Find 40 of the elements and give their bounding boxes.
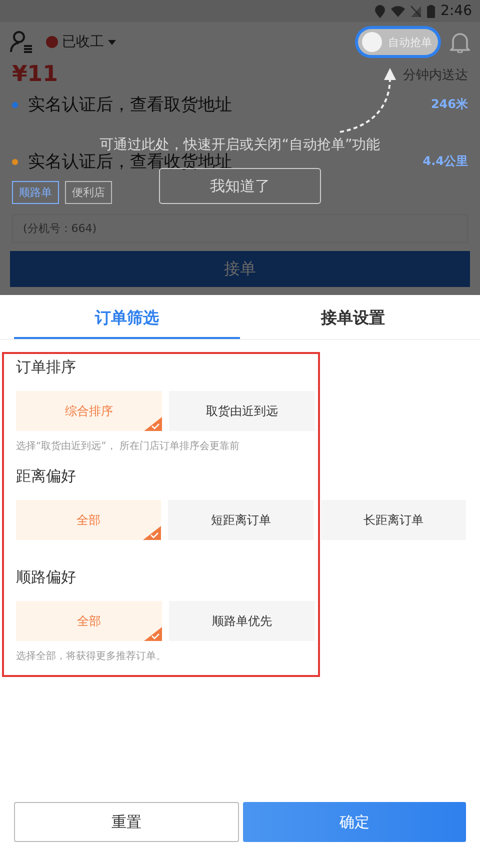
check-corner-icon xyxy=(143,526,162,540)
section-title: 订单排序 xyxy=(16,358,77,377)
battery-icon xyxy=(426,4,435,18)
got-it-button[interactable]: 我知道了 xyxy=(159,168,321,204)
confirm-button[interactable]: 确定 xyxy=(243,802,466,842)
filter-option[interactable]: 长距离订单 xyxy=(320,500,466,540)
filter-option[interactable]: 全部 xyxy=(16,601,162,641)
section-title: 距离偏好 xyxy=(16,467,77,486)
filter-option[interactable]: 取货由近到远 xyxy=(169,391,315,431)
tab[interactable]: 接单设置 xyxy=(240,295,466,339)
bell-icon[interactable] xyxy=(450,31,470,53)
clock-time: 2:46 xyxy=(440,3,472,19)
work-status-dropdown[interactable]: 已收工 xyxy=(46,33,116,51)
filter-option[interactable]: 短距离订单 xyxy=(168,500,314,540)
check-corner-icon xyxy=(144,417,162,431)
hint-text: 选择“取货由近到远”， 所在门店订单排序会更靠前 xyxy=(16,440,241,453)
wifi-icon xyxy=(390,6,405,16)
delivery-time: 分钟内送达 xyxy=(403,66,468,84)
distance-text: 4.4公里 xyxy=(422,153,468,170)
tab[interactable]: 订单筛选 xyxy=(14,295,240,339)
order-tag: 便利店 xyxy=(65,181,112,204)
hint-text: 选择全部，将获得更多推荐订单。 xyxy=(16,650,167,663)
phone-extension: (分机号：664) xyxy=(12,214,468,243)
filter-option[interactable]: 综合排序 xyxy=(16,391,162,431)
order-tag: 顺路单 xyxy=(12,181,59,204)
distance-text: 246米 xyxy=(430,96,468,113)
guide-message: 可通过此处，快速开启或关闭“自动抢单”功能 xyxy=(100,136,380,153)
order-price: ¥11 xyxy=(12,62,58,87)
dashed-arrow-icon xyxy=(338,66,398,136)
reset-button[interactable]: 重置 xyxy=(14,802,239,842)
no-signal-icon xyxy=(410,6,421,16)
address-text: 实名认证后，查看取货地址 xyxy=(28,94,232,116)
filter-option[interactable]: 全部 xyxy=(16,500,162,540)
profile-menu-icon[interactable] xyxy=(10,30,34,54)
section-title: 顺路偏好 xyxy=(16,568,77,587)
filter-option[interactable]: 顺路单优先 xyxy=(169,601,315,641)
check-corner-icon xyxy=(144,627,162,641)
accept-button[interactable]: 接单 xyxy=(10,251,470,287)
caret-icon xyxy=(108,40,116,44)
location-icon xyxy=(374,4,385,18)
